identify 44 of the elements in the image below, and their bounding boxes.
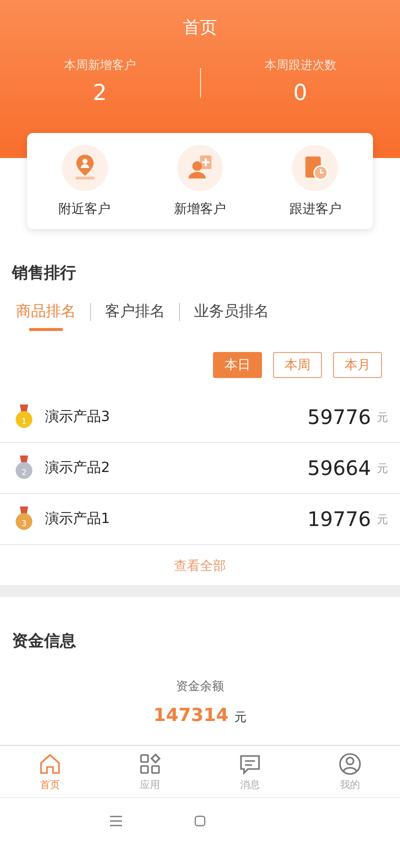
stat-label: 本周跟进次数 bbox=[264, 57, 336, 74]
nav-tab[interactable]: 首页 bbox=[0, 746, 100, 797]
medal-number: 3 bbox=[21, 519, 27, 528]
currency-unit: 元 bbox=[377, 512, 388, 526]
ranking-tab[interactable]: 商品排名 bbox=[16, 302, 76, 331]
product-name: 演示产品1 bbox=[45, 510, 111, 528]
nav-tab[interactable]: 我的 bbox=[300, 746, 400, 797]
section-title: 销售排行 bbox=[12, 262, 77, 284]
nav-tab[interactable]: 应用 bbox=[100, 746, 200, 797]
home-icon bbox=[38, 752, 62, 776]
menu-icon[interactable] bbox=[109, 815, 123, 827]
sales-amount: 19776 bbox=[307, 507, 371, 531]
add-person-icon[interactable] bbox=[176, 144, 223, 190]
currency-unit: 元 bbox=[377, 460, 388, 476]
period-button[interactable]: 本月 bbox=[333, 352, 382, 378]
product-name: 演示产品2 bbox=[45, 459, 111, 477]
ranking-tab[interactable]: 业务员排名 bbox=[194, 302, 269, 331]
currency-unit: 元 bbox=[377, 410, 388, 424]
sales-amount: 59664 bbox=[307, 456, 371, 480]
nav-tab[interactable]: 消息 bbox=[200, 746, 300, 797]
balance-label: 资金余额 bbox=[175, 678, 225, 695]
document-clock-icon[interactable] bbox=[292, 144, 338, 190]
stat-label: 本周新增客户 bbox=[64, 57, 136, 74]
currency-unit: 元 bbox=[234, 709, 247, 726]
quick-action-label[interactable]: 跟进客户 bbox=[289, 200, 342, 218]
product-name: 演示产品3 bbox=[45, 408, 111, 426]
sales-amount: 59776 bbox=[307, 405, 371, 429]
profile-icon bbox=[338, 752, 362, 776]
section-title: 资金信息 bbox=[12, 630, 77, 652]
quick-action-label[interactable]: 新增客户 bbox=[174, 200, 226, 218]
period-button[interactable]: 本周 bbox=[273, 352, 322, 378]
location-pin-icon[interactable] bbox=[62, 144, 108, 190]
quick-action-label[interactable]: 附近客户 bbox=[58, 200, 111, 218]
stat-value: 0 bbox=[293, 80, 308, 108]
medal-number: 2 bbox=[21, 468, 27, 477]
apps-icon bbox=[138, 752, 162, 776]
view-all-link[interactable]: 查看全部 bbox=[174, 557, 226, 575]
balance-amount: 147314 bbox=[153, 705, 229, 726]
ranking-tab[interactable]: 客户排名 bbox=[105, 302, 165, 331]
page-title: 首页 bbox=[182, 17, 218, 39]
medal-number: 1 bbox=[21, 417, 27, 426]
stat-value: 2 bbox=[92, 80, 107, 108]
period-button[interactable]: 本日 bbox=[213, 352, 262, 378]
home-square-icon[interactable] bbox=[193, 815, 207, 827]
